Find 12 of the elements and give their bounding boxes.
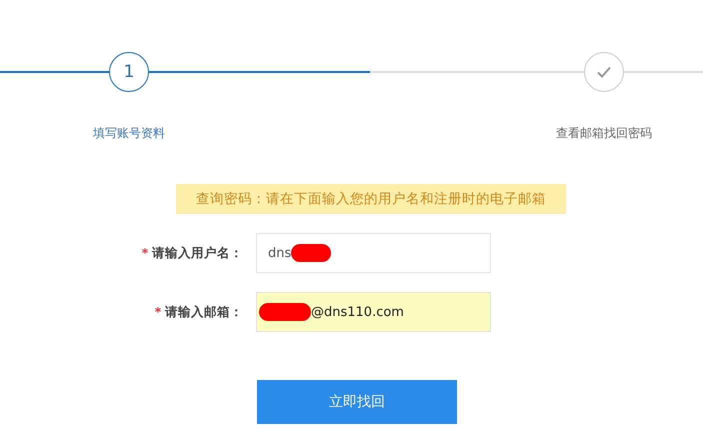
input-field[interactable]: dns: [256, 233, 491, 273]
notice-banner: 查询密码：请在下面输入您的用户名和注册时的电子邮箱: [176, 184, 566, 214]
input-field[interactable]: @dns110.com: [256, 292, 491, 332]
required-mark: *: [142, 246, 148, 260]
field-label: 请输入邮箱：: [165, 304, 243, 320]
field-label: 请输入用户名：: [152, 244, 243, 262]
check-icon: [596, 64, 612, 80]
submit-button[interactable]: 立即找回: [257, 380, 457, 424]
step-label: 查看邮箱找回密码: [556, 125, 652, 142]
required-mark: *: [154, 305, 161, 319]
step-number: 1: [109, 52, 149, 92]
step-label: 填写账号资料: [93, 125, 165, 142]
